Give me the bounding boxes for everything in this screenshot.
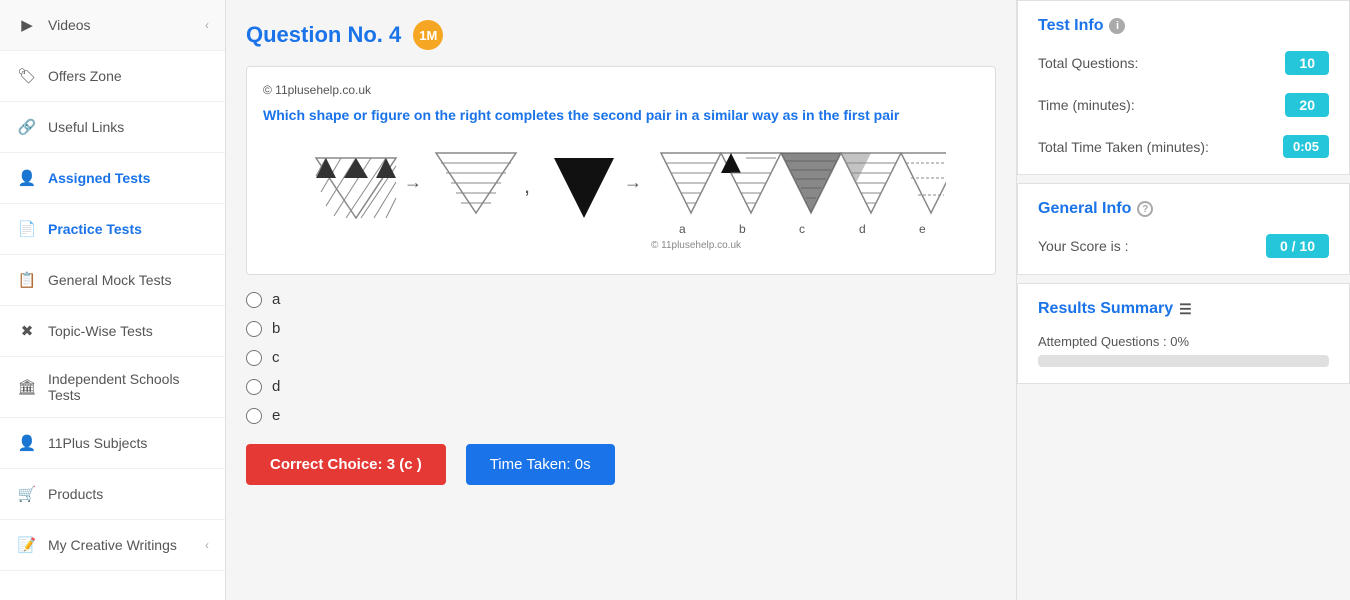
- sidebar-item-general-mock-tests[interactable]: 📋 General Mock Tests: [0, 255, 225, 306]
- question-image: → , →: [263, 138, 979, 258]
- time-minutes-label: Time (minutes):: [1038, 97, 1135, 113]
- main-content: Question No. 4 1M © 11plusehelp.co.uk Wh…: [226, 0, 1016, 600]
- test-info-section: Test Info i Total Questions: 10 Time (mi…: [1017, 0, 1350, 175]
- info-icon: i: [1109, 18, 1125, 34]
- your-score-value: 0 / 10: [1266, 234, 1329, 258]
- sidebar-item-videos[interactable]: ▶ Videos ‹: [0, 0, 225, 51]
- sidebar-item-label: Videos: [48, 17, 91, 33]
- total-questions-label: Total Questions:: [1038, 55, 1138, 71]
- question-title: Question No. 4: [246, 22, 401, 48]
- results-summary-section: Results Summary ☰ Attempted Questions : …: [1017, 283, 1350, 384]
- sidebar-item-label: Independent SchoolsTests: [48, 371, 180, 403]
- svg-text:e: e: [919, 222, 926, 236]
- videos-icon: ▶: [16, 14, 38, 36]
- question-icon: ?: [1137, 201, 1153, 217]
- sidebar-item-label: Useful Links: [48, 119, 124, 135]
- writings-icon: 📝: [16, 534, 38, 556]
- assigned-icon: 👤: [16, 167, 38, 189]
- radio-a[interactable]: [246, 292, 262, 308]
- sidebar-item-label: Topic-Wise Tests: [48, 323, 153, 339]
- total-time-taken-row: Total Time Taken (minutes): 0:05: [1038, 135, 1329, 158]
- time-taken-button[interactable]: Time Taken: 0s: [466, 444, 615, 485]
- question-header: Question No. 4 1M: [246, 20, 996, 50]
- progress-bar-container: [1038, 355, 1329, 367]
- svg-text:© 11plusehelp.co.uk: © 11plusehelp.co.uk: [651, 240, 742, 251]
- test-info-title: Test Info i: [1038, 17, 1329, 35]
- question-text: Which shape or figure on the right compl…: [263, 105, 979, 126]
- right-panel: Test Info i Total Questions: 10 Time (mi…: [1016, 0, 1350, 600]
- option-e-label: e: [272, 407, 280, 424]
- sidebar-item-useful-links[interactable]: 🔗 Useful Links: [0, 102, 225, 153]
- option-a[interactable]: a: [246, 291, 996, 308]
- sidebar-item-practice-tests[interactable]: 📄 Practice Tests: [0, 204, 225, 255]
- your-score-label: Your Score is :: [1038, 238, 1129, 254]
- option-c[interactable]: c: [246, 349, 996, 366]
- option-e[interactable]: e: [246, 407, 996, 424]
- option-d[interactable]: d: [246, 378, 996, 395]
- sidebar-item-label: Assigned Tests: [48, 170, 150, 186]
- sidebar-item-label: General Mock Tests: [48, 272, 171, 288]
- time-minutes-row: Time (minutes): 20: [1038, 93, 1329, 117]
- chevron-icon: ‹: [205, 538, 209, 552]
- copyright-text: © 11plusehelp.co.uk: [263, 83, 979, 97]
- general-info-section: General Info ? Your Score is : 0 / 10: [1017, 183, 1350, 275]
- sidebar-item-topic-wise-tests[interactable]: ✖ Topic-Wise Tests: [0, 306, 225, 357]
- correct-choice-button[interactable]: Correct Choice: 3 (c ): [246, 444, 446, 485]
- option-b[interactable]: b: [246, 320, 996, 337]
- sidebar-item-independent-schools[interactable]: 🏛 Independent SchoolsTests: [0, 357, 225, 418]
- sidebar-item-label: 11Plus Subjects: [48, 435, 147, 451]
- sidebar-item-label: Products: [48, 486, 103, 502]
- total-questions-row: Total Questions: 10: [1038, 51, 1329, 75]
- radio-c[interactable]: [246, 350, 262, 366]
- svg-text:b: b: [739, 222, 746, 236]
- total-time-taken-value: 0:05: [1283, 135, 1329, 158]
- attempted-questions-label: Attempted Questions : 0%: [1038, 334, 1329, 349]
- sidebar-item-creative-writings[interactable]: 📝 My Creative Writings ‹: [0, 520, 225, 571]
- option-b-label: b: [272, 320, 280, 337]
- offers-icon: 🏷: [16, 65, 38, 87]
- total-time-taken-label: Total Time Taken (minutes):: [1038, 139, 1209, 155]
- schools-icon: 🏛: [16, 376, 38, 398]
- sidebar-item-11plus-subjects[interactable]: 👤 11Plus Subjects: [0, 418, 225, 469]
- sidebar-item-label: Offers Zone: [48, 68, 122, 84]
- svg-text:,: ,: [524, 173, 530, 198]
- bottom-bar: Correct Choice: 3 (c ) Time Taken: 0s: [246, 444, 996, 485]
- general-info-title: General Info ?: [1038, 200, 1329, 218]
- radio-b[interactable]: [246, 321, 262, 337]
- radio-e[interactable]: [246, 408, 262, 424]
- options-list: a b c d e: [246, 291, 996, 424]
- option-c-label: c: [272, 349, 280, 366]
- your-score-row: Your Score is : 0 / 10: [1038, 234, 1329, 258]
- results-summary-title: Results Summary ☰: [1038, 300, 1329, 318]
- mark-badge: 1M: [413, 20, 443, 50]
- option-a-label: a: [272, 291, 280, 308]
- products-icon: 🛒: [16, 483, 38, 505]
- sidebar-item-assigned-tests[interactable]: 👤 Assigned Tests: [0, 153, 225, 204]
- sidebar-item-products[interactable]: 🛒 Products: [0, 469, 225, 520]
- topic-icon: ✖: [16, 320, 38, 342]
- sidebar-item-label: My Creative Writings: [48, 537, 177, 553]
- chevron-icon: ‹: [205, 18, 209, 32]
- svg-text:→: →: [404, 172, 422, 192]
- time-minutes-value: 20: [1285, 93, 1329, 117]
- svg-text:d: d: [859, 222, 866, 236]
- practice-icon: 📄: [16, 218, 38, 240]
- total-questions-value: 10: [1285, 51, 1329, 75]
- links-icon: 🔗: [16, 116, 38, 138]
- list-icon: ☰: [1179, 301, 1192, 318]
- svg-text:→: →: [624, 172, 642, 192]
- subjects-icon: 👤: [16, 432, 38, 454]
- mock-icon: 📋: [16, 269, 38, 291]
- svg-text:c: c: [799, 222, 805, 236]
- question-box: © 11plusehelp.co.uk Which shape or figur…: [246, 66, 996, 275]
- sidebar-item-offers-zone[interactable]: 🏷 Offers Zone: [0, 51, 225, 102]
- sidebar: ▶ Videos ‹ 🏷 Offers Zone 🔗 Useful Links …: [0, 0, 226, 600]
- option-d-label: d: [272, 378, 280, 395]
- radio-d[interactable]: [246, 379, 262, 395]
- svg-text:a: a: [679, 222, 686, 236]
- sidebar-item-label: Practice Tests: [48, 221, 142, 237]
